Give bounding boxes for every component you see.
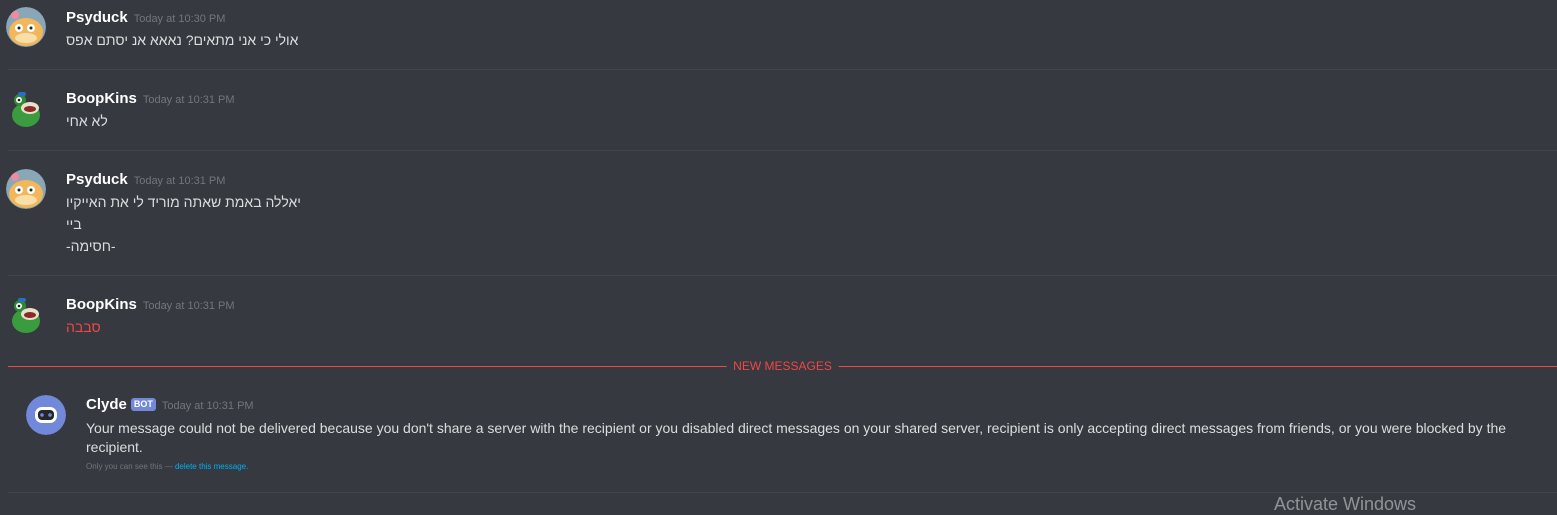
message-content: ביי [66,216,82,232]
message-content: -חסימה- [66,238,116,254]
message-author[interactable]: Psyduck Today at 10:30 PM [66,9,225,26]
message-author[interactable]: Psyduck Today at 10:31 PM [66,171,225,188]
frog-avatar-icon[interactable] [6,294,46,334]
new-messages-label: NEW MESSAGES [726,359,839,373]
message-content: Your message could not be delivered beca… [86,420,1507,455]
message-author[interactable]: BoopKins Today at 10:31 PM [66,296,235,313]
clyde-bot-avatar-icon[interactable] [26,395,66,435]
message-content: לא אחי [66,113,108,129]
bot-tag-badge: BOT [130,398,156,411]
new-messages-divider: NEW MESSAGES [8,359,1557,373]
message-divider [8,492,1557,493]
message-timestamp: Today at 10:31 PM [142,94,235,106]
psyduck-avatar-icon[interactable] [6,7,46,47]
message-item[interactable]: Psyduck Today at 10:30 PM אולי כי אני מתא… [0,0,1557,70]
activate-windows-watermark: Activate Windows [1274,494,1417,514]
message-timestamp: Today at 10:30 PM [133,13,226,25]
delete-message-link[interactable]: delete this message. [175,462,248,471]
message-timestamp: Today at 10:31 PM [161,400,254,412]
message-timestamp: Today at 10:31 PM [133,175,226,187]
frog-avatar-icon[interactable] [6,88,46,128]
message-timestamp: Today at 10:31 PM [142,300,235,312]
message-author[interactable]: Clyde BOT Today at 10:31 PM [86,396,254,413]
message-item[interactable]: BoopKins Today at 10:31 PM סבבה [0,276,1557,356]
message-content: אולי כי אני מתאים? נאאא אנ יסתם אפס [66,32,299,48]
message-author[interactable]: BoopKins Today at 10:31 PM [66,90,235,107]
chat-messages: Psyduck Today at 10:30 PM אולי כי אני מתא… [0,0,1557,514]
ephemeral-note-text: Only you can see this — [86,462,173,471]
psyduck-avatar-icon[interactable] [6,169,46,209]
message-content: סבבה [66,319,101,335]
ephemeral-note: Only you can see this — delete this mess… [86,462,248,471]
message-item[interactable]: Psyduck Today at 10:31 PM יאללה באמת שאתה… [0,151,1557,275]
message-item[interactable]: BoopKins Today at 10:31 PM לא אחי [0,70,1557,150]
message-content: יאללה באמת שאתה מוריד לי את האייקיו [66,194,301,210]
